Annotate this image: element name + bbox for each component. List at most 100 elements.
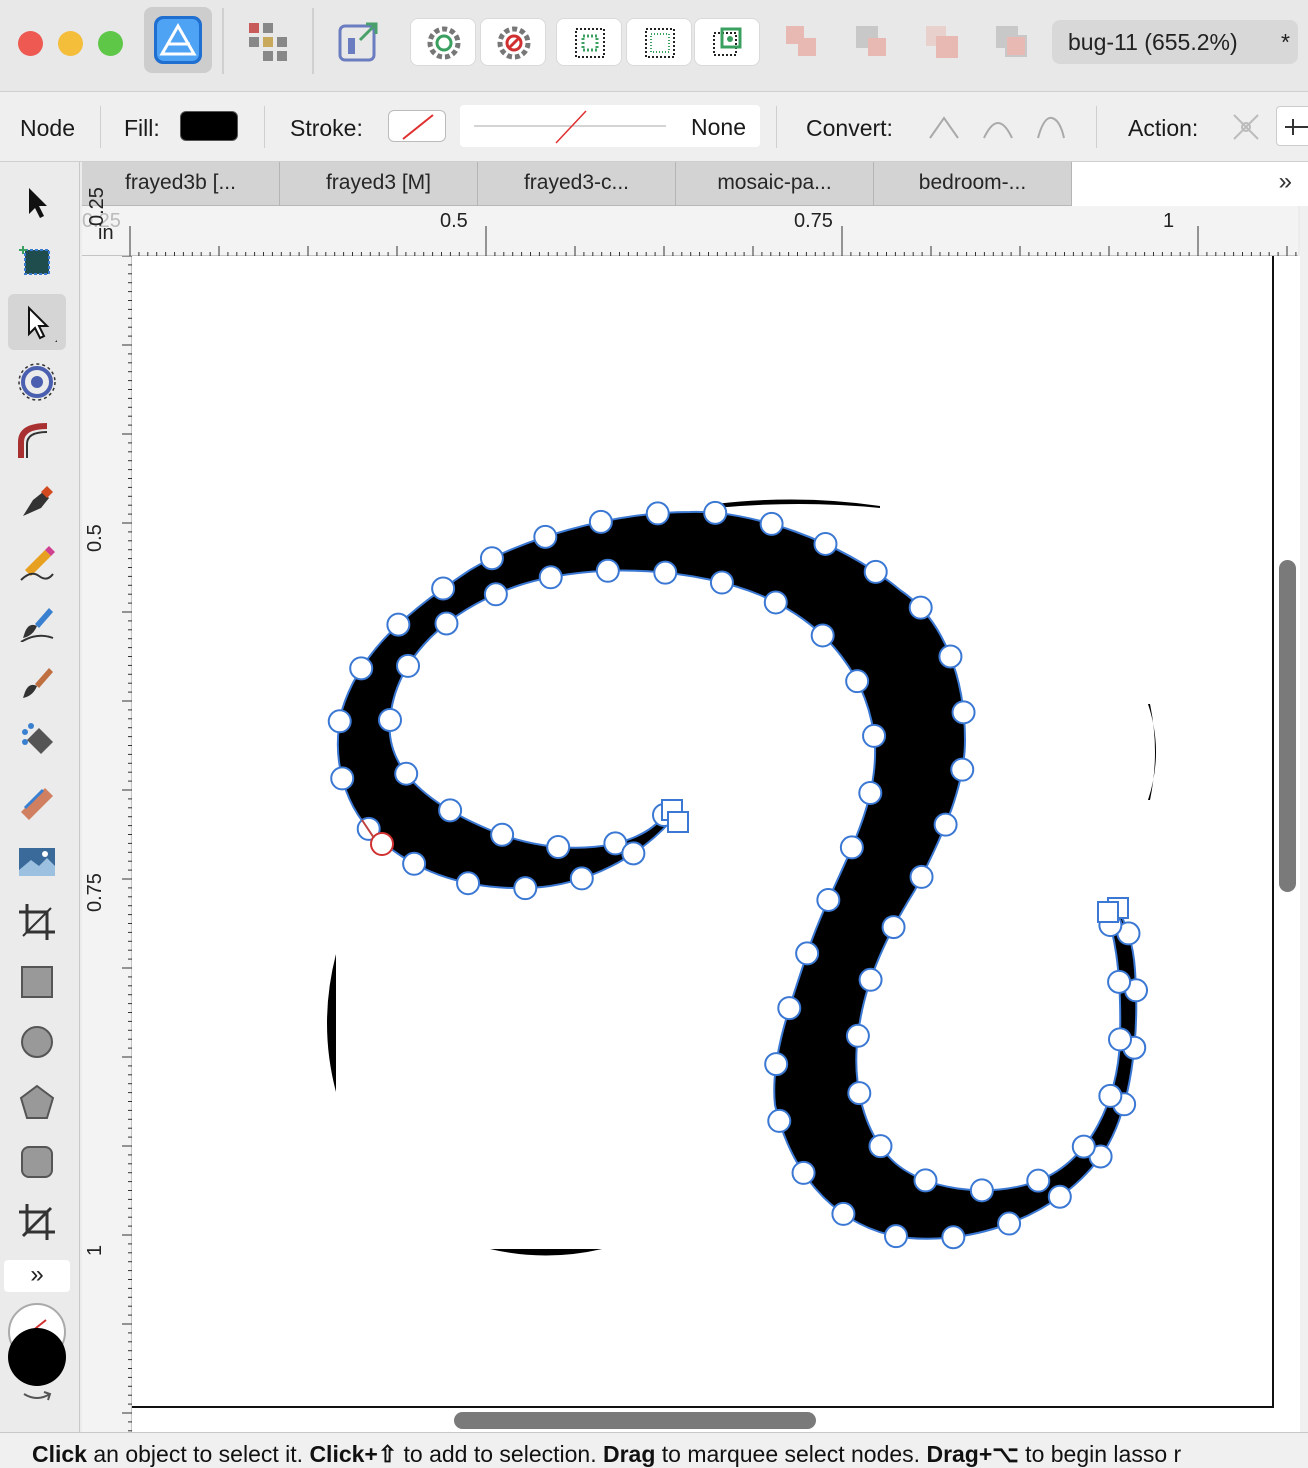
tab-mosaic[interactable]: mosaic-pa... <box>676 162 874 206</box>
vertical-ruler[interactable]: 0.25 0.5 0.75 1 <box>82 187 132 1432</box>
curve-node[interactable] <box>709 570 734 595</box>
curve-node[interactable] <box>394 761 419 786</box>
transparency-tool[interactable] <box>8 774 66 830</box>
slice-tool[interactable] <box>8 1194 66 1250</box>
curve-node[interactable] <box>862 723 887 748</box>
curve-node[interactable] <box>858 967 883 992</box>
export-persona-icon[interactable] <box>336 18 382 64</box>
curve-node[interactable] <box>533 524 558 549</box>
curve-node[interactable] <box>1071 1134 1096 1159</box>
curve-node[interactable] <box>621 841 646 866</box>
tabs-overflow-icon[interactable]: » <box>1279 168 1292 196</box>
curve-node[interactable] <box>868 1134 893 1159</box>
fill-color-icon[interactable] <box>8 1328 66 1386</box>
curve-node[interactable] <box>479 546 504 571</box>
curve-node[interactable] <box>858 780 883 805</box>
curve-node[interactable] <box>327 709 352 734</box>
curve-node[interactable] <box>653 560 678 585</box>
curve-node[interactable] <box>349 656 374 681</box>
snapping-options-button[interactable] <box>480 18 546 66</box>
stroke-style-dropdown[interactable]: None <box>460 105 760 147</box>
end-node[interactable] <box>667 811 689 833</box>
curve-node[interactable] <box>595 558 620 583</box>
break-curve-icon[interactable] <box>1230 111 1262 143</box>
curve-node[interactable] <box>378 707 403 732</box>
tab-frayed3b[interactable]: frayed3b [... <box>82 162 280 206</box>
curve-node[interactable] <box>847 1081 872 1106</box>
curve-node[interactable] <box>759 511 784 536</box>
horizontal-ruler[interactable]: 0.25 in 0.5 0.75 1 <box>82 206 1298 256</box>
curve-node[interactable] <box>884 1224 909 1249</box>
subtract-boolean-icon[interactable] <box>852 22 892 62</box>
rounded-rect-tool[interactable] <box>8 1134 66 1190</box>
curve-node[interactable] <box>330 766 355 791</box>
curve-node[interactable] <box>1098 1083 1123 1108</box>
curve-node[interactable] <box>938 644 963 669</box>
tab-frayed3[interactable]: frayed3 [M] <box>280 162 478 206</box>
polygon-tool[interactable] <box>8 1074 66 1130</box>
selected-node[interactable] <box>370 832 394 856</box>
tab-bug-11[interactable] <box>1072 162 1308 206</box>
corner-tool[interactable] <box>8 414 66 470</box>
curve-node[interactable] <box>490 822 515 847</box>
intersect-boolean-icon[interactable] <box>922 22 962 62</box>
curve-node[interactable] <box>969 1178 994 1203</box>
pixel-brush-tool[interactable] <box>8 654 66 710</box>
curve-node[interactable] <box>933 812 958 837</box>
xor-boolean-icon[interactable] <box>992 22 1032 62</box>
vertical-scrollbar-thumb[interactable] <box>1279 560 1296 892</box>
pixel-persona-icon[interactable] <box>246 20 290 64</box>
curve-node[interactable] <box>434 611 459 636</box>
curve-node[interactable] <box>1108 1027 1133 1052</box>
place-image-tool[interactable] <box>8 834 66 890</box>
curve-node[interactable] <box>569 866 594 891</box>
curve-node[interactable] <box>941 1225 966 1250</box>
transform-origin-button[interactable] <box>694 18 760 66</box>
curve-node[interactable] <box>767 1108 792 1133</box>
curve-node[interactable] <box>402 851 427 876</box>
close-curve-button[interactable] <box>1276 106 1308 146</box>
curve-node[interactable] <box>386 612 411 637</box>
curve-node[interactable] <box>913 1168 938 1193</box>
curve-node[interactable] <box>863 559 888 584</box>
close-window-button[interactable] <box>18 31 43 56</box>
horizontal-scrollbar-thumb[interactable] <box>454 1412 816 1429</box>
curve-node[interactable] <box>396 653 421 678</box>
pen-tool[interactable] <box>8 474 66 530</box>
fill-swatch[interactable] <box>180 111 238 141</box>
zoom-window-button[interactable] <box>98 31 123 56</box>
curve-node[interactable] <box>588 509 613 534</box>
curve-node[interactable] <box>538 565 563 590</box>
node-tool[interactable] <box>8 294 66 350</box>
snapping-button[interactable] <box>410 18 476 66</box>
vertical-scrollbar-track[interactable] <box>1300 206 1308 1432</box>
contour-tool[interactable] <box>8 354 66 410</box>
move-tool[interactable] <box>8 174 66 230</box>
convert-sharp-icon[interactable] <box>926 112 962 142</box>
tab-frayed3-c[interactable]: frayed3-c... <box>478 162 676 206</box>
designer-persona-button[interactable] <box>144 7 212 73</box>
curve-node[interactable] <box>839 835 864 860</box>
tab-bedroom[interactable]: bedroom-... <box>874 162 1072 206</box>
curve-node[interactable] <box>997 1211 1022 1236</box>
curve-node[interactable] <box>764 1052 789 1077</box>
curve-node[interactable] <box>813 531 838 556</box>
curve-node[interactable] <box>1026 1168 1051 1193</box>
curve-node[interactable] <box>831 1201 856 1226</box>
curve-node[interactable] <box>845 669 870 694</box>
curve-node[interactable] <box>431 576 456 601</box>
pencil-tool[interactable] <box>8 534 66 590</box>
curve-node[interactable] <box>777 996 802 1021</box>
pixel-align-button[interactable] <box>626 18 692 66</box>
ellipse-tool[interactable] <box>8 1014 66 1070</box>
curve-node[interactable] <box>763 590 788 615</box>
canvas[interactable] <box>132 256 1300 1432</box>
end-node[interactable] <box>1097 901 1119 923</box>
minimize-window-button[interactable] <box>58 31 83 56</box>
convert-smooth-icon[interactable] <box>980 112 1016 142</box>
curve-node[interactable] <box>456 871 481 896</box>
curve-node[interactable] <box>810 623 835 648</box>
color-swatches[interactable] <box>4 1302 74 1402</box>
crop-tool[interactable] <box>8 894 66 950</box>
more-tools-button[interactable]: » <box>4 1260 70 1292</box>
